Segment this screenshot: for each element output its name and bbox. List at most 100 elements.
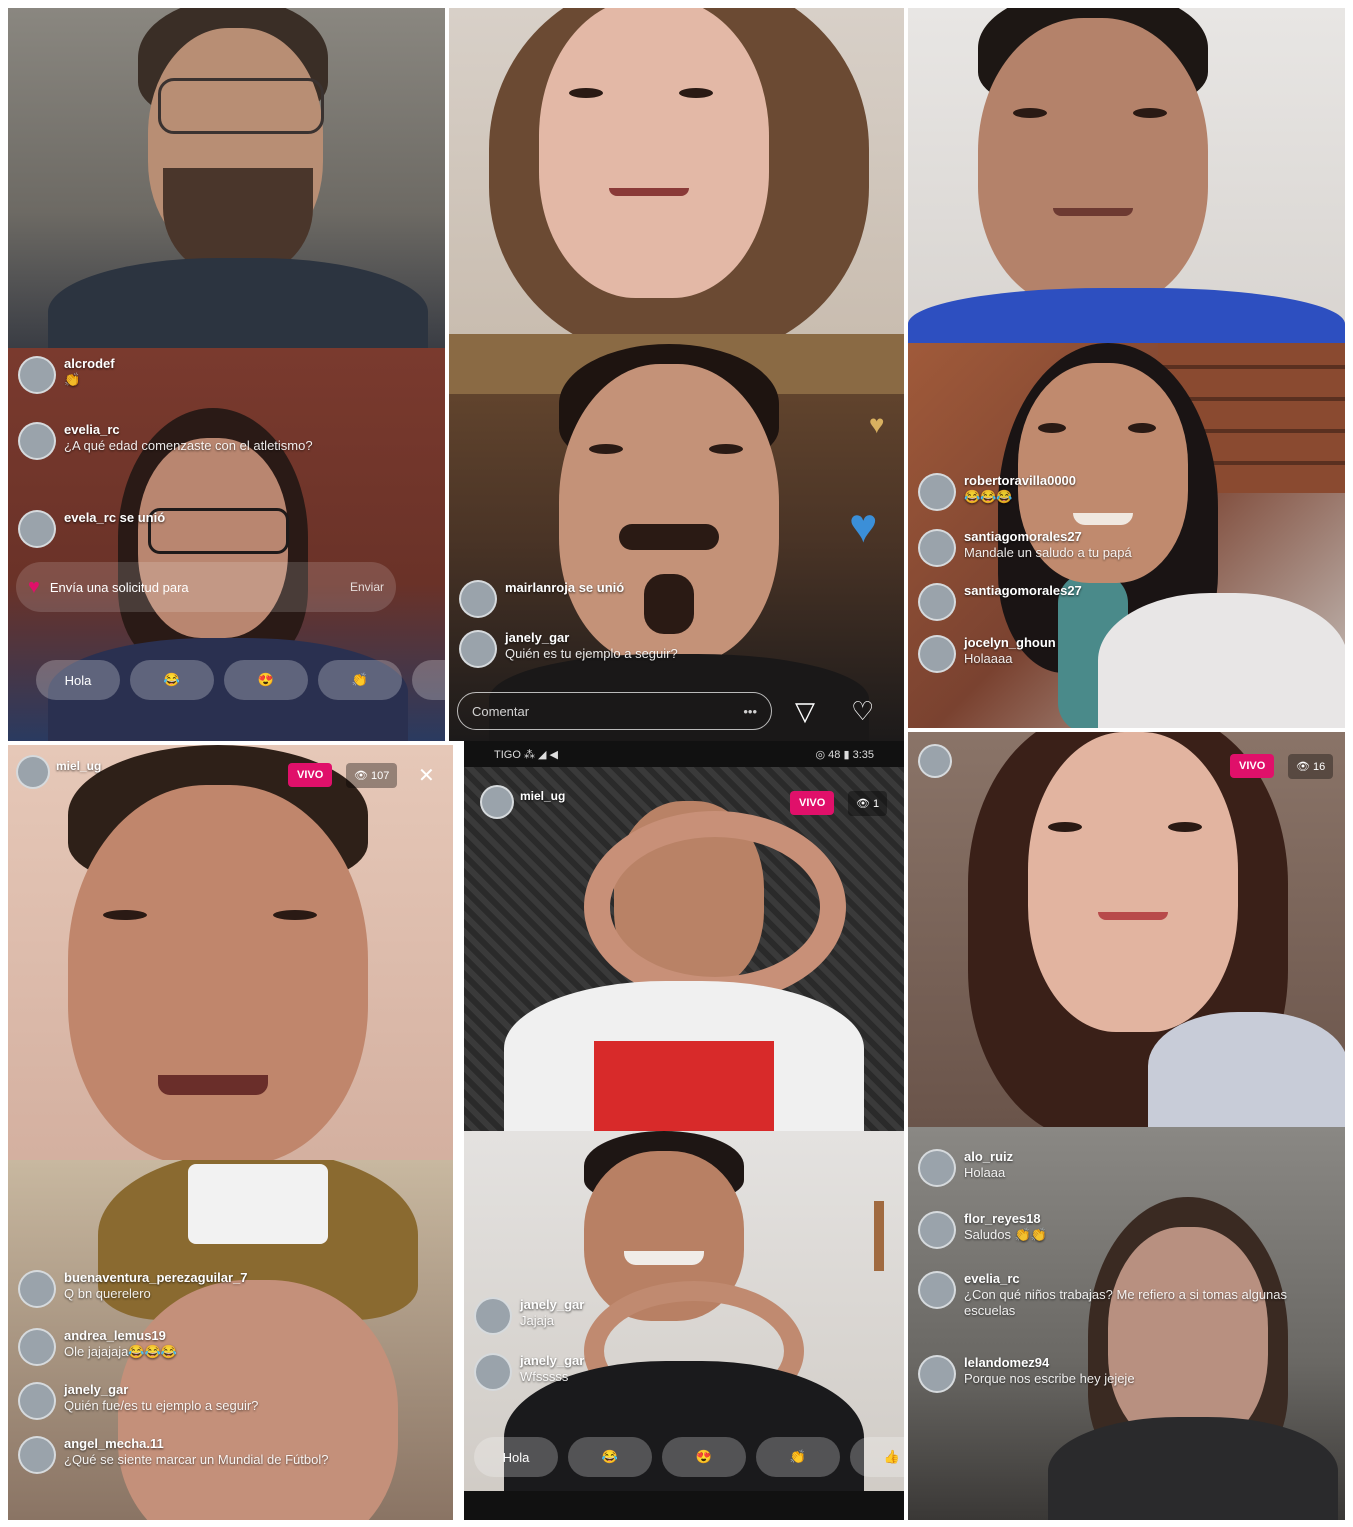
avatar (18, 422, 56, 460)
avatar (18, 356, 56, 394)
quick-reactions: Hola 😂 😍 👏 👍 (474, 1437, 904, 1477)
eye (1168, 822, 1202, 832)
video-tile-g[interactable]: miel_ug VIVO 👁 107 ✕ (8, 745, 453, 1160)
comment-user: evelia_rc (964, 1271, 1020, 1286)
comment-message: 👏 (64, 372, 81, 387)
reaction-clap[interactable]: 👏 (318, 660, 402, 700)
reaction-thumbs-up[interactable]: 👍 (850, 1437, 904, 1477)
comment-input[interactable]: Comentar ••• (457, 692, 772, 730)
quick-reactions: Hola 😂 😍 👏 👍 (36, 660, 445, 700)
mouth (1098, 912, 1168, 920)
video-tile-e[interactable]: ♥ ♥ mairlanroja se unió janely_gar Quién … (449, 334, 904, 741)
comment-message: Mandale un saludo a tu papá (964, 545, 1132, 560)
comment-message: ¿Qué se siente marcar un Mundial de Fútb… (64, 1452, 329, 1467)
avatar (918, 529, 956, 567)
reaction-thumbs-up[interactable]: 👍 (412, 660, 445, 700)
viewer-count: 👁 16 (1288, 754, 1334, 779)
video-tile-f[interactable]: robertoravilla0000 😂😂😂 santiagomorales27 M… (908, 343, 1345, 728)
comment-message: 😂😂😂 (964, 489, 1013, 504)
video-tile-b[interactable] (449, 8, 904, 334)
comment-user: evela_rc se unió (64, 510, 166, 525)
comment: janely_gar Jajaja (474, 1297, 879, 1335)
comment-message: Quién es tu ejemplo a seguir? (505, 646, 678, 661)
video-tile-a[interactable] (8, 8, 445, 348)
reaction-laugh[interactable]: 😂 (130, 660, 214, 700)
video-tile-j[interactable]: buenaventura_perezaguilar_7 Q bn quereler… (8, 1160, 453, 1520)
face (539, 8, 769, 298)
comment: janely_gar Wfsssss (474, 1353, 879, 1391)
comment: evelia_rc ¿A qué edad comenzaste con el a… (18, 422, 420, 460)
comment-user: buenaventura_perezaguilar_7 (64, 1270, 248, 1285)
status-left: TIGO ⁂ ◢ ◀ (494, 748, 558, 761)
comment-user: lelandomez94 (964, 1355, 1050, 1370)
send-icon[interactable]: ▽ (795, 698, 815, 724)
video-tile-d[interactable]: alcrodef 👏 evelia_rc ¿A qué edad comenzast… (8, 348, 445, 741)
eye (709, 444, 743, 454)
host-username[interactable]: miel_ug (56, 759, 101, 773)
comment: mairlanroja se unió (459, 580, 878, 618)
avatar (18, 1382, 56, 1420)
heart-icon[interactable]: ♡ (851, 698, 874, 724)
more-icon[interactable]: ••• (743, 704, 757, 719)
host-avatar[interactable] (16, 755, 50, 789)
comment: evelia_rc ¿Con qué niños trabajas? Me ref… (918, 1271, 1320, 1319)
invite-banner[interactable]: ♥ Envía una solicitud para Enviar (16, 562, 396, 612)
avatar (18, 1436, 56, 1474)
reaction-clap[interactable]: 👏 (756, 1437, 840, 1477)
reaction-laugh[interactable]: 😂 (568, 1437, 652, 1477)
video-tile-h[interactable]: TIGO ⁂ ◢ ◀ ◎ 48 ▮ 3:35 miel_ug VIVO 👁 1 (464, 741, 904, 1131)
mouth (1073, 513, 1133, 525)
comment: andrea_lemus19 Ole jajajaja😂😂😂 (18, 1328, 427, 1366)
floating-heart-icon: ♥ (849, 500, 878, 553)
shirt (1048, 1417, 1338, 1520)
video-tile-c[interactable] (908, 8, 1345, 343)
mouth (609, 188, 689, 196)
eye (589, 444, 623, 454)
shirt (908, 288, 1345, 343)
comment: robertoravilla0000 😂😂😂 (918, 473, 1320, 511)
comment-message: Q bn querelero (64, 1286, 151, 1301)
shirt (1148, 1012, 1345, 1127)
avatar (474, 1297, 512, 1335)
cap-patch (188, 1164, 328, 1244)
comment-user: mairlanroja se unió (505, 580, 625, 595)
eye (1128, 423, 1156, 433)
status-right: ◎ 48 ▮ 3:35 (815, 748, 874, 761)
reaction-hola[interactable]: Hola (474, 1437, 558, 1477)
comment: alcrodef 👏 (18, 356, 420, 394)
comment: santiagomorales27 (918, 583, 1320, 621)
host-avatar[interactable] (918, 744, 952, 778)
comment-user: robertoravilla0000 (964, 473, 1077, 488)
reaction-heart-eyes[interactable]: 😍 (224, 660, 308, 700)
comment: angel_mecha.11 ¿Qué se siente marcar un M… (18, 1436, 427, 1474)
avatar (918, 583, 956, 621)
video-tile-k[interactable]: janely_gar Jajaja janely_gar Wfsssss Hola … (464, 1131, 904, 1520)
close-icon[interactable]: ✕ (418, 763, 435, 789)
mouth (158, 1075, 268, 1095)
video-tile-i[interactable]: VIVO 👁 16 (908, 732, 1345, 1127)
mouth (1053, 208, 1133, 216)
glasses (158, 78, 324, 134)
comment: evela_rc se unió (18, 510, 420, 548)
avatar (918, 1355, 956, 1393)
comment-message: Porque nos escribe hey jejeje (964, 1371, 1135, 1386)
comment: lelandomez94 Porque nos escribe hey jejej… (918, 1355, 1320, 1393)
avatar (918, 473, 956, 511)
host-username[interactable]: miel_ug (520, 789, 565, 803)
avatar (18, 1328, 56, 1366)
eye (1038, 423, 1066, 433)
invite-send-button[interactable]: Enviar (350, 580, 384, 594)
comment-message: Holaaa (964, 1165, 1006, 1180)
reaction-heart-eyes[interactable]: 😍 (662, 1437, 746, 1477)
face (1108, 1227, 1268, 1447)
comment: jocelyn_ghoun Holaaaa (918, 635, 1320, 673)
video-tile-l[interactable]: alo_ruiz Holaaa flor_reyes18 Saludos 👏👏 ev… (908, 1127, 1345, 1520)
comment: janely_gar Quién es tu ejemplo a seguir? (459, 630, 878, 668)
comment: buenaventura_perezaguilar_7 Q bn quereler… (18, 1270, 427, 1308)
avatar (459, 630, 497, 668)
host-avatar[interactable] (480, 785, 514, 819)
comment-user: flor_reyes18 (964, 1211, 1041, 1226)
comment-message: Holaaaa (964, 651, 1013, 666)
reaction-hola[interactable]: Hola (36, 660, 120, 700)
bottom-bar (464, 1491, 904, 1520)
